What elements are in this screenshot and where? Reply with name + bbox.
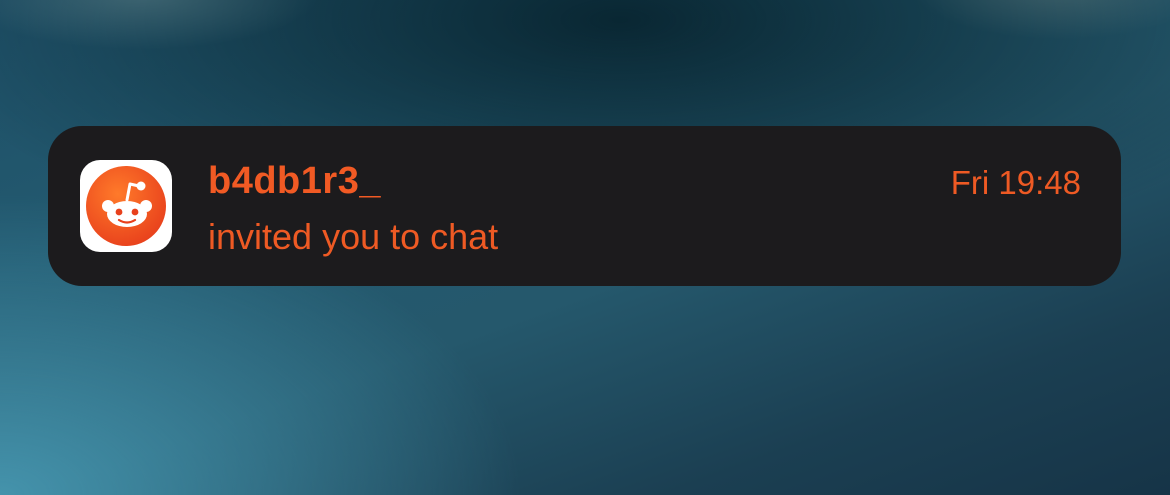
notification-card[interactable]: b4db1r3_ invited you to chat Fri 19:48 xyxy=(48,126,1121,286)
wallpaper-glow-right xyxy=(910,0,1170,40)
reddit-logo-icon xyxy=(86,166,166,246)
reddit-app-icon xyxy=(80,160,172,252)
wallpaper-glow-left xyxy=(0,0,320,50)
notification-message: invited you to chat xyxy=(208,216,499,257)
notification-timestamp: Fri 19:48 xyxy=(950,164,1081,201)
notification-sender: b4db1r3_ xyxy=(208,160,381,202)
